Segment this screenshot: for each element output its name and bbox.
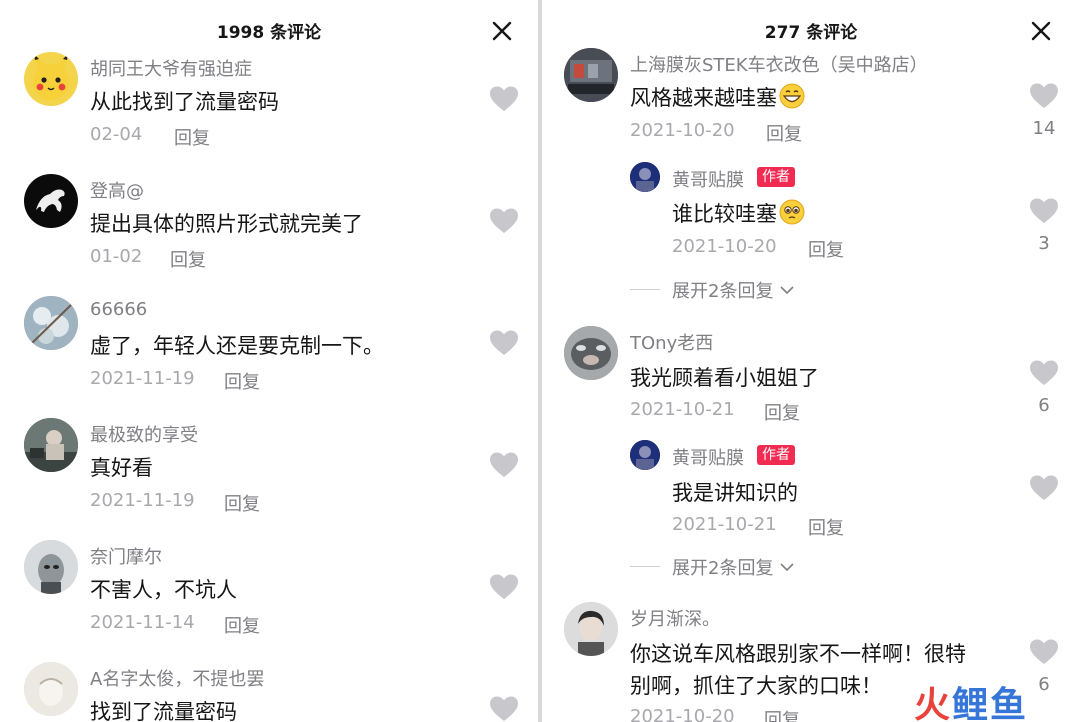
author-badge: 作者	[757, 445, 795, 465]
username[interactable]: 最极致的享受	[90, 421, 198, 447]
comment-text: 找到了流量密码	[90, 700, 237, 722]
comment-text: 不害人，不坑人	[90, 578, 237, 602]
reply-button[interactable]: 回复	[224, 612, 260, 638]
chevron-down-icon	[780, 286, 794, 295]
avatar[interactable]	[24, 418, 78, 472]
username[interactable]: A名字太俊，不提也罢	[90, 665, 264, 691]
comment-date: 2021-11-19	[90, 368, 195, 389]
grin-emoji-icon	[779, 83, 805, 109]
avatar[interactable]	[564, 326, 618, 380]
heart-icon[interactable]	[489, 451, 519, 479]
comment-text: 我光顾着看小姐姐了	[630, 366, 819, 390]
like-count: 3	[1038, 233, 1050, 254]
username[interactable]: 登高@	[90, 177, 144, 203]
divider	[630, 566, 660, 567]
expand-replies-button[interactable]: 展开2条回复	[672, 277, 795, 303]
expand-replies-button[interactable]: 展开2条回复	[672, 554, 795, 580]
heart-icon[interactable]	[1029, 82, 1059, 110]
left-comment-panel: 1998 条评论 胡同王大爷有强迫症 从此找到了流量密码 02-04 回复 登高…	[0, 0, 538, 722]
reply-button[interactable]: 回复	[764, 706, 800, 722]
username[interactable]: 66666	[90, 299, 147, 320]
watermark-part2: 鲤鱼	[952, 685, 1029, 722]
heart-icon[interactable]	[1029, 474, 1059, 502]
heart-icon[interactable]	[1029, 638, 1059, 666]
username[interactable]: 黄哥贴膜	[672, 444, 744, 470]
reply-button[interactable]: 回复	[808, 514, 844, 540]
like-count: 6	[1038, 674, 1050, 695]
watermark-part1: 火	[914, 685, 953, 722]
heart-icon[interactable]	[489, 695, 519, 722]
avatar[interactable]	[24, 296, 78, 350]
comment-text: 我是讲知识的	[672, 481, 798, 505]
pleading-emoji-icon	[779, 199, 805, 225]
avatar[interactable]	[24, 662, 78, 716]
username[interactable]: TOny老西	[630, 329, 713, 355]
comment-text: 虚了，年轻人还是要克制一下。	[90, 334, 384, 358]
comment-date: 2021-10-21	[672, 514, 777, 535]
comment-date: 2021-10-20	[630, 120, 735, 141]
comment-text: 提出具体的照片形式就完美了	[90, 212, 363, 236]
chevron-down-icon	[780, 563, 794, 572]
heart-icon[interactable]	[489, 329, 519, 357]
avatar[interactable]	[564, 48, 618, 102]
comment-date: 2021-10-20	[630, 706, 735, 722]
avatar[interactable]	[630, 162, 660, 192]
comment-date: 2021-10-21	[630, 399, 735, 420]
comment-date: 2021-10-20	[672, 236, 777, 257]
username[interactable]: 奈门摩尔	[90, 543, 162, 569]
comment-date: 2021-11-19	[90, 490, 195, 511]
close-icon[interactable]	[1028, 18, 1054, 44]
reply-button[interactable]: 回复	[766, 120, 802, 146]
heart-icon[interactable]	[1029, 359, 1059, 387]
comment-count-header: 1998 条评论	[216, 23, 322, 43]
reply-button[interactable]: 回复	[174, 124, 210, 150]
comment-text: 风格越来越哇塞	[630, 82, 805, 112]
reply-button[interactable]: 回复	[764, 399, 800, 425]
watermark-logo: 火鲤鱼	[914, 676, 1028, 722]
username[interactable]: 岁月渐深。	[630, 605, 720, 631]
heart-icon[interactable]	[489, 85, 519, 113]
author-badge: 作者	[757, 167, 795, 187]
comment-text: 真好看	[90, 456, 153, 480]
avatar[interactable]	[24, 174, 78, 228]
comment-date: 02-04	[90, 124, 143, 145]
like-count: 6	[1038, 395, 1050, 416]
comment-text: 你这说车风格跟别家不一样啊！很特	[630, 642, 966, 666]
close-icon[interactable]	[489, 18, 515, 44]
avatar[interactable]	[630, 440, 660, 470]
comment-text: 别啊，抓住了大家的口味！	[630, 674, 882, 698]
avatar[interactable]	[564, 602, 618, 656]
comment-date: 2021-11-14	[90, 612, 195, 633]
comment-text: 从此找到了流量密码	[90, 90, 279, 114]
right-comment-panel: 277 条评论 上海膜灰STEK车衣改色（吴中路店） 风格越来越哇塞 2021-…	[542, 0, 1080, 722]
username[interactable]: 胡同王大爷有强迫症	[90, 55, 252, 81]
username[interactable]: 上海膜灰STEK车衣改色（吴中路店）	[630, 51, 928, 77]
reply-button[interactable]: 回复	[224, 490, 260, 516]
divider	[630, 289, 660, 290]
reply-button[interactable]: 回复	[170, 246, 206, 272]
username[interactable]: 黄哥贴膜	[672, 166, 744, 192]
heart-icon[interactable]	[1029, 197, 1059, 225]
like-count: 14	[1032, 118, 1056, 139]
comment-text: 谁比较哇塞	[672, 198, 805, 228]
reply-button[interactable]: 回复	[224, 368, 260, 394]
comment-count-header: 277 条评论	[764, 23, 858, 43]
heart-icon[interactable]	[489, 573, 519, 601]
avatar[interactable]	[24, 52, 78, 106]
reply-button[interactable]: 回复	[808, 236, 844, 262]
heart-icon[interactable]	[489, 207, 519, 235]
comment-date: 01-02	[90, 246, 143, 267]
avatar[interactable]	[24, 540, 78, 594]
